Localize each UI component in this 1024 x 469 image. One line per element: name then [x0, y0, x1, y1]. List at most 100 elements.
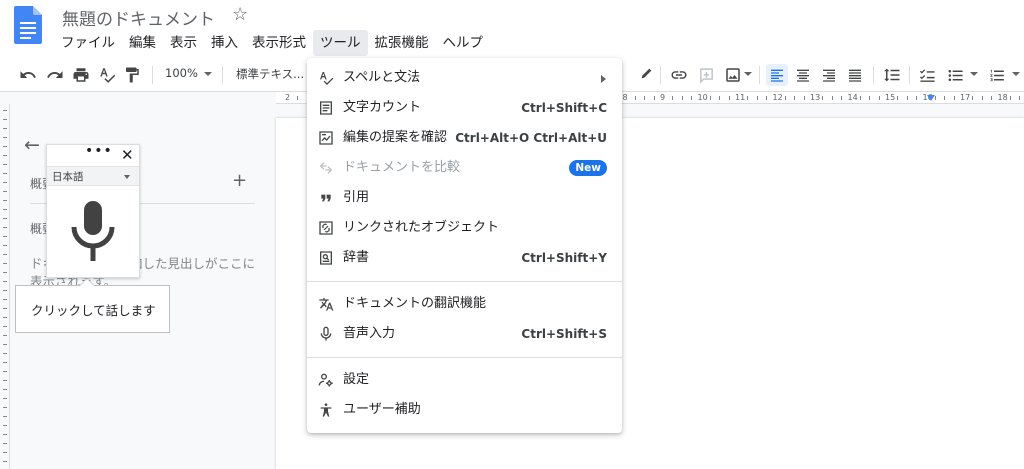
menu-item-accessibility[interactable]: ユーザー補助: [307, 395, 622, 425]
tooltip-arrow-inner: [80, 279, 94, 286]
menu-item-linked-objects[interactable]: リンクされたオブジェクト: [307, 213, 622, 243]
menu-item-review-edits[interactable]: 編集の提案を確認 Ctrl+Alt+O Ctrl+Alt+U: [307, 123, 622, 153]
compare-icon: [318, 160, 334, 176]
bulleted-list-icon[interactable]: [945, 65, 965, 85]
tooltip-text: クリックして話します: [31, 303, 156, 318]
line-spacing-icon[interactable]: [881, 65, 903, 85]
ruler-tick: [681, 96, 683, 100]
vertical-ruler-tick: [3, 335, 7, 336]
menu-tools[interactable]: ツール: [313, 30, 368, 56]
menu-item-preferences[interactable]: 設定: [307, 365, 622, 395]
insert-image-icon[interactable]: [722, 65, 744, 85]
link-icon[interactable]: [669, 65, 689, 85]
document-title[interactable]: 無題のドキュメント: [62, 5, 215, 30]
vertical-ruler-tick: [3, 434, 7, 435]
vertical-ruler-tick: [3, 236, 7, 237]
vertical-ruler[interactable]: [0, 104, 10, 469]
vertical-ruler-tick: [3, 191, 7, 192]
ruler-tick: [803, 96, 805, 100]
bullet-caret-icon[interactable]: [970, 72, 978, 76]
add-summary-icon[interactable]: +: [232, 170, 247, 191]
menu-item-label: ドキュメントの翻訳機能: [343, 296, 487, 311]
vertical-ruler-tick: [3, 263, 7, 264]
vertical-ruler-tick: [3, 371, 7, 372]
menu-file[interactable]: ファイル: [54, 30, 122, 56]
vertical-ruler-tick: [3, 353, 7, 354]
ruler-tick: [634, 96, 636, 100]
vertical-ruler-tick: [3, 128, 7, 129]
undo-icon[interactable]: [18, 65, 38, 85]
ruler-tick: [916, 96, 918, 100]
ruler-tick: [878, 96, 880, 100]
menu-format[interactable]: 表示形式: [245, 30, 313, 56]
docs-logo-icon[interactable]: [14, 6, 42, 44]
word-count-icon: [318, 100, 334, 116]
toolbar-divider: [909, 66, 910, 84]
toolbar-divider: [222, 66, 223, 84]
new-badge: New: [569, 160, 607, 176]
image-caret-icon[interactable]: [744, 72, 752, 76]
menu-item-citations[interactable]: 引用: [307, 183, 622, 213]
ruler-tick: [766, 96, 768, 100]
menu-item-spelling-grammar[interactable]: スペルと文法: [307, 63, 622, 93]
zoom-caret-icon[interactable]: [204, 72, 212, 76]
microphone-icon[interactable]: [71, 201, 115, 267]
menu-item-shortcut: Ctrl+Alt+O Ctrl+Alt+U: [455, 131, 607, 145]
menu-item-word-count[interactable]: 文字カウント Ctrl+Shift+C: [307, 93, 622, 123]
style-select[interactable]: 標準テキス...: [236, 66, 304, 82]
checklist-icon[interactable]: [917, 65, 937, 85]
ruler-tick: [653, 96, 655, 100]
align-right-icon[interactable]: [819, 65, 839, 85]
mic-icon: [318, 326, 334, 342]
vertical-ruler-tick: [3, 416, 7, 417]
voice-tooltip: クリックして話します: [15, 278, 170, 333]
tools-dropdown-menu: スペルと文法 文字カウント Ctrl+Shift+C 編集の提案を確認 Ctrl…: [307, 58, 622, 433]
toolbar-divider: [660, 66, 661, 84]
close-icon[interactable]: ✕: [121, 146, 134, 164]
menu-item-label: 文字カウント: [343, 100, 422, 115]
ruler-tick: [934, 96, 936, 100]
align-left-icon[interactable]: [766, 64, 788, 86]
print-icon[interactable]: [71, 65, 91, 85]
more-options-icon[interactable]: •••: [85, 143, 113, 159]
highlight-pen-icon[interactable]: [636, 65, 654, 85]
ruler-number: 17: [960, 93, 971, 102]
ruler-tick: [1009, 96, 1011, 100]
toolbar-divider: [152, 66, 153, 84]
zoom-select[interactable]: 100%: [165, 66, 198, 80]
menu-item-dictionary[interactable]: 辞書 Ctrl+Shift+Y: [307, 243, 622, 273]
spellcheck-toolbar-icon[interactable]: [97, 65, 117, 85]
back-arrow-icon[interactable]: ←: [24, 134, 40, 156]
vertical-ruler-tick: [3, 155, 7, 156]
submenu-arrow-icon: [601, 75, 606, 83]
menu-item-voice-typing[interactable]: 音声入力 Ctrl+Shift+S: [307, 319, 622, 349]
menu-extensions[interactable]: 拡張機能: [368, 30, 436, 56]
vertical-ruler-tick: [3, 218, 7, 219]
redo-icon[interactable]: [45, 65, 65, 85]
align-justify-icon[interactable]: [845, 65, 865, 85]
menu-item-label: スペルと文法: [343, 70, 421, 85]
numbered-caret-icon[interactable]: [1012, 72, 1020, 76]
add-comment-icon[interactable]: [696, 65, 716, 85]
voice-language-select[interactable]: 日本語: [47, 166, 139, 186]
menu-item-label: 音声入力: [343, 326, 396, 341]
ruler-tick: [831, 96, 833, 100]
vertical-ruler-tick: [3, 290, 7, 291]
ruler-tick: [297, 96, 299, 100]
menu-edit[interactable]: 編集: [122, 30, 163, 56]
ruler-indent-marker-icon[interactable]: [927, 95, 935, 101]
numbered-list-icon[interactable]: [987, 65, 1007, 85]
ruler-tick: [822, 96, 824, 100]
menu-insert[interactable]: 挿入: [204, 30, 245, 56]
menu-item-translate-document[interactable]: ドキュメントの翻訳機能: [307, 289, 622, 319]
menu-item-label: 編集の提案を確認: [343, 130, 448, 145]
align-center-icon[interactable]: [793, 65, 813, 85]
vertical-ruler-tick: [3, 344, 7, 345]
ruler-tick: [859, 96, 861, 100]
star-icon[interactable]: ☆: [232, 4, 248, 26]
menu-view[interactable]: 表示: [163, 30, 204, 56]
quote-icon: [318, 190, 334, 206]
vertical-ruler-tick: [3, 299, 7, 300]
paint-format-icon[interactable]: [122, 65, 142, 85]
menu-help[interactable]: ヘルプ: [436, 30, 491, 56]
